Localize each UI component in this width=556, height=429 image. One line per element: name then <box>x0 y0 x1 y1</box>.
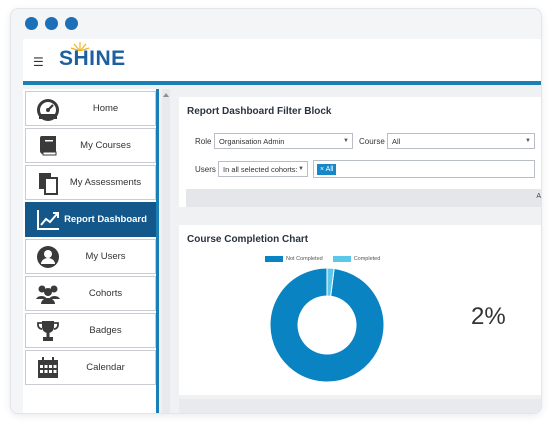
sidebar-nav: Home My Courses My Assessments Report Da… <box>23 89 159 413</box>
sidebar-item-my-courses[interactable]: My Courses <box>25 128 156 163</box>
donut-chart <box>269 267 385 383</box>
filter-block: Report Dashboard Filter Block Role Organ… <box>179 97 541 207</box>
window-controls <box>25 17 78 30</box>
sidebar-item-my-users[interactable]: My Users <box>25 239 156 274</box>
trend-chart-icon <box>34 206 62 234</box>
all-tag[interactable]: × All <box>317 164 337 175</box>
window-dot-maximize[interactable] <box>65 17 78 30</box>
app-logo[interactable]: SHINE <box>59 47 126 71</box>
sidebar-item-label: My Users <box>85 251 126 262</box>
sidebar-item-label: My Assessments <box>69 177 142 188</box>
book-icon <box>34 132 62 160</box>
legend-swatch <box>332 256 351 262</box>
next-panel-strip <box>179 399 541 413</box>
legend-item-completed[interactable]: Completed <box>332 256 381 262</box>
legend-swatch <box>265 256 283 262</box>
users-label: Users <box>195 165 216 174</box>
completion-chart-panel: Course Completion Chart Not Completed Co… <box>179 225 541 395</box>
sidebar-item-home[interactable]: Home <box>25 91 156 126</box>
course-label: Course <box>359 137 385 146</box>
filter-action-bar[interactable]: A <box>186 189 541 207</box>
documents-icon <box>34 169 62 197</box>
app-header: ☰ SHINE <box>23 39 541 85</box>
filter-action-text: A <box>536 193 541 200</box>
legend-label: Not Completed <box>286 256 323 262</box>
window-dot-close[interactable] <box>25 17 38 30</box>
sidebar-item-label: Badges <box>89 325 122 336</box>
trophy-icon <box>34 317 62 345</box>
course-select[interactable]: All ▼ <box>387 133 535 149</box>
browser-window: ☰ SHINE Home My Courses My Assessments R… <box>10 8 542 414</box>
sidebar-item-label: My Courses <box>80 140 131 151</box>
users-tag-input[interactable]: × All <box>313 160 535 178</box>
sidebar-item-my-assessments[interactable]: My Assessments <box>25 165 156 200</box>
sidebar-item-calendar[interactable]: Calendar <box>25 350 156 385</box>
role-select-value: Organisation Admin <box>219 137 285 146</box>
dashboard-gauge-icon <box>34 95 62 123</box>
course-select-value: All <box>392 137 401 146</box>
completion-percentage: 2% <box>471 303 506 330</box>
sidebar-item-badges[interactable]: Badges <box>25 313 156 348</box>
scroll-up-icon[interactable] <box>163 93 169 97</box>
role-label: Role <box>195 137 212 146</box>
chevron-down-icon: ▼ <box>298 166 304 172</box>
role-select[interactable]: Organisation Admin ▼ <box>214 133 353 149</box>
app-container: ☰ SHINE Home My Courses My Assessments R… <box>23 39 541 413</box>
chart-title: Course Completion Chart <box>187 234 309 245</box>
hamburger-icon[interactable]: ☰ <box>33 55 44 69</box>
sidebar-item-label: Calendar <box>86 362 125 373</box>
user-icon <box>34 243 62 271</box>
users-select[interactable]: In all selected cohorts: ▼ <box>218 161 308 177</box>
chevron-down-icon: ▼ <box>343 138 349 144</box>
group-icon <box>34 280 62 308</box>
sidebar-item-label: Cohorts <box>88 288 123 299</box>
sidebar-item-cohorts[interactable]: Cohorts <box>25 276 156 311</box>
window-dot-minimize[interactable] <box>45 17 58 30</box>
sidebar-item-label: Report Dashboard <box>64 214 147 225</box>
filter-block-title: Report Dashboard Filter Block <box>187 106 332 117</box>
sidebar-item-report-dashboard[interactable]: Report Dashboard <box>25 202 156 237</box>
sidebar-scrollbar[interactable] <box>162 89 170 413</box>
legend-item-not-completed[interactable]: Not Completed <box>265 256 323 262</box>
calendar-icon <box>34 354 62 382</box>
chevron-down-icon: ▼ <box>525 138 531 144</box>
legend-label: Completed <box>353 256 381 262</box>
sidebar-item-label: Home <box>92 103 119 114</box>
users-select-value: In all selected cohorts: <box>223 165 298 174</box>
chart-legend: Not Completed Completed <box>265 256 380 262</box>
